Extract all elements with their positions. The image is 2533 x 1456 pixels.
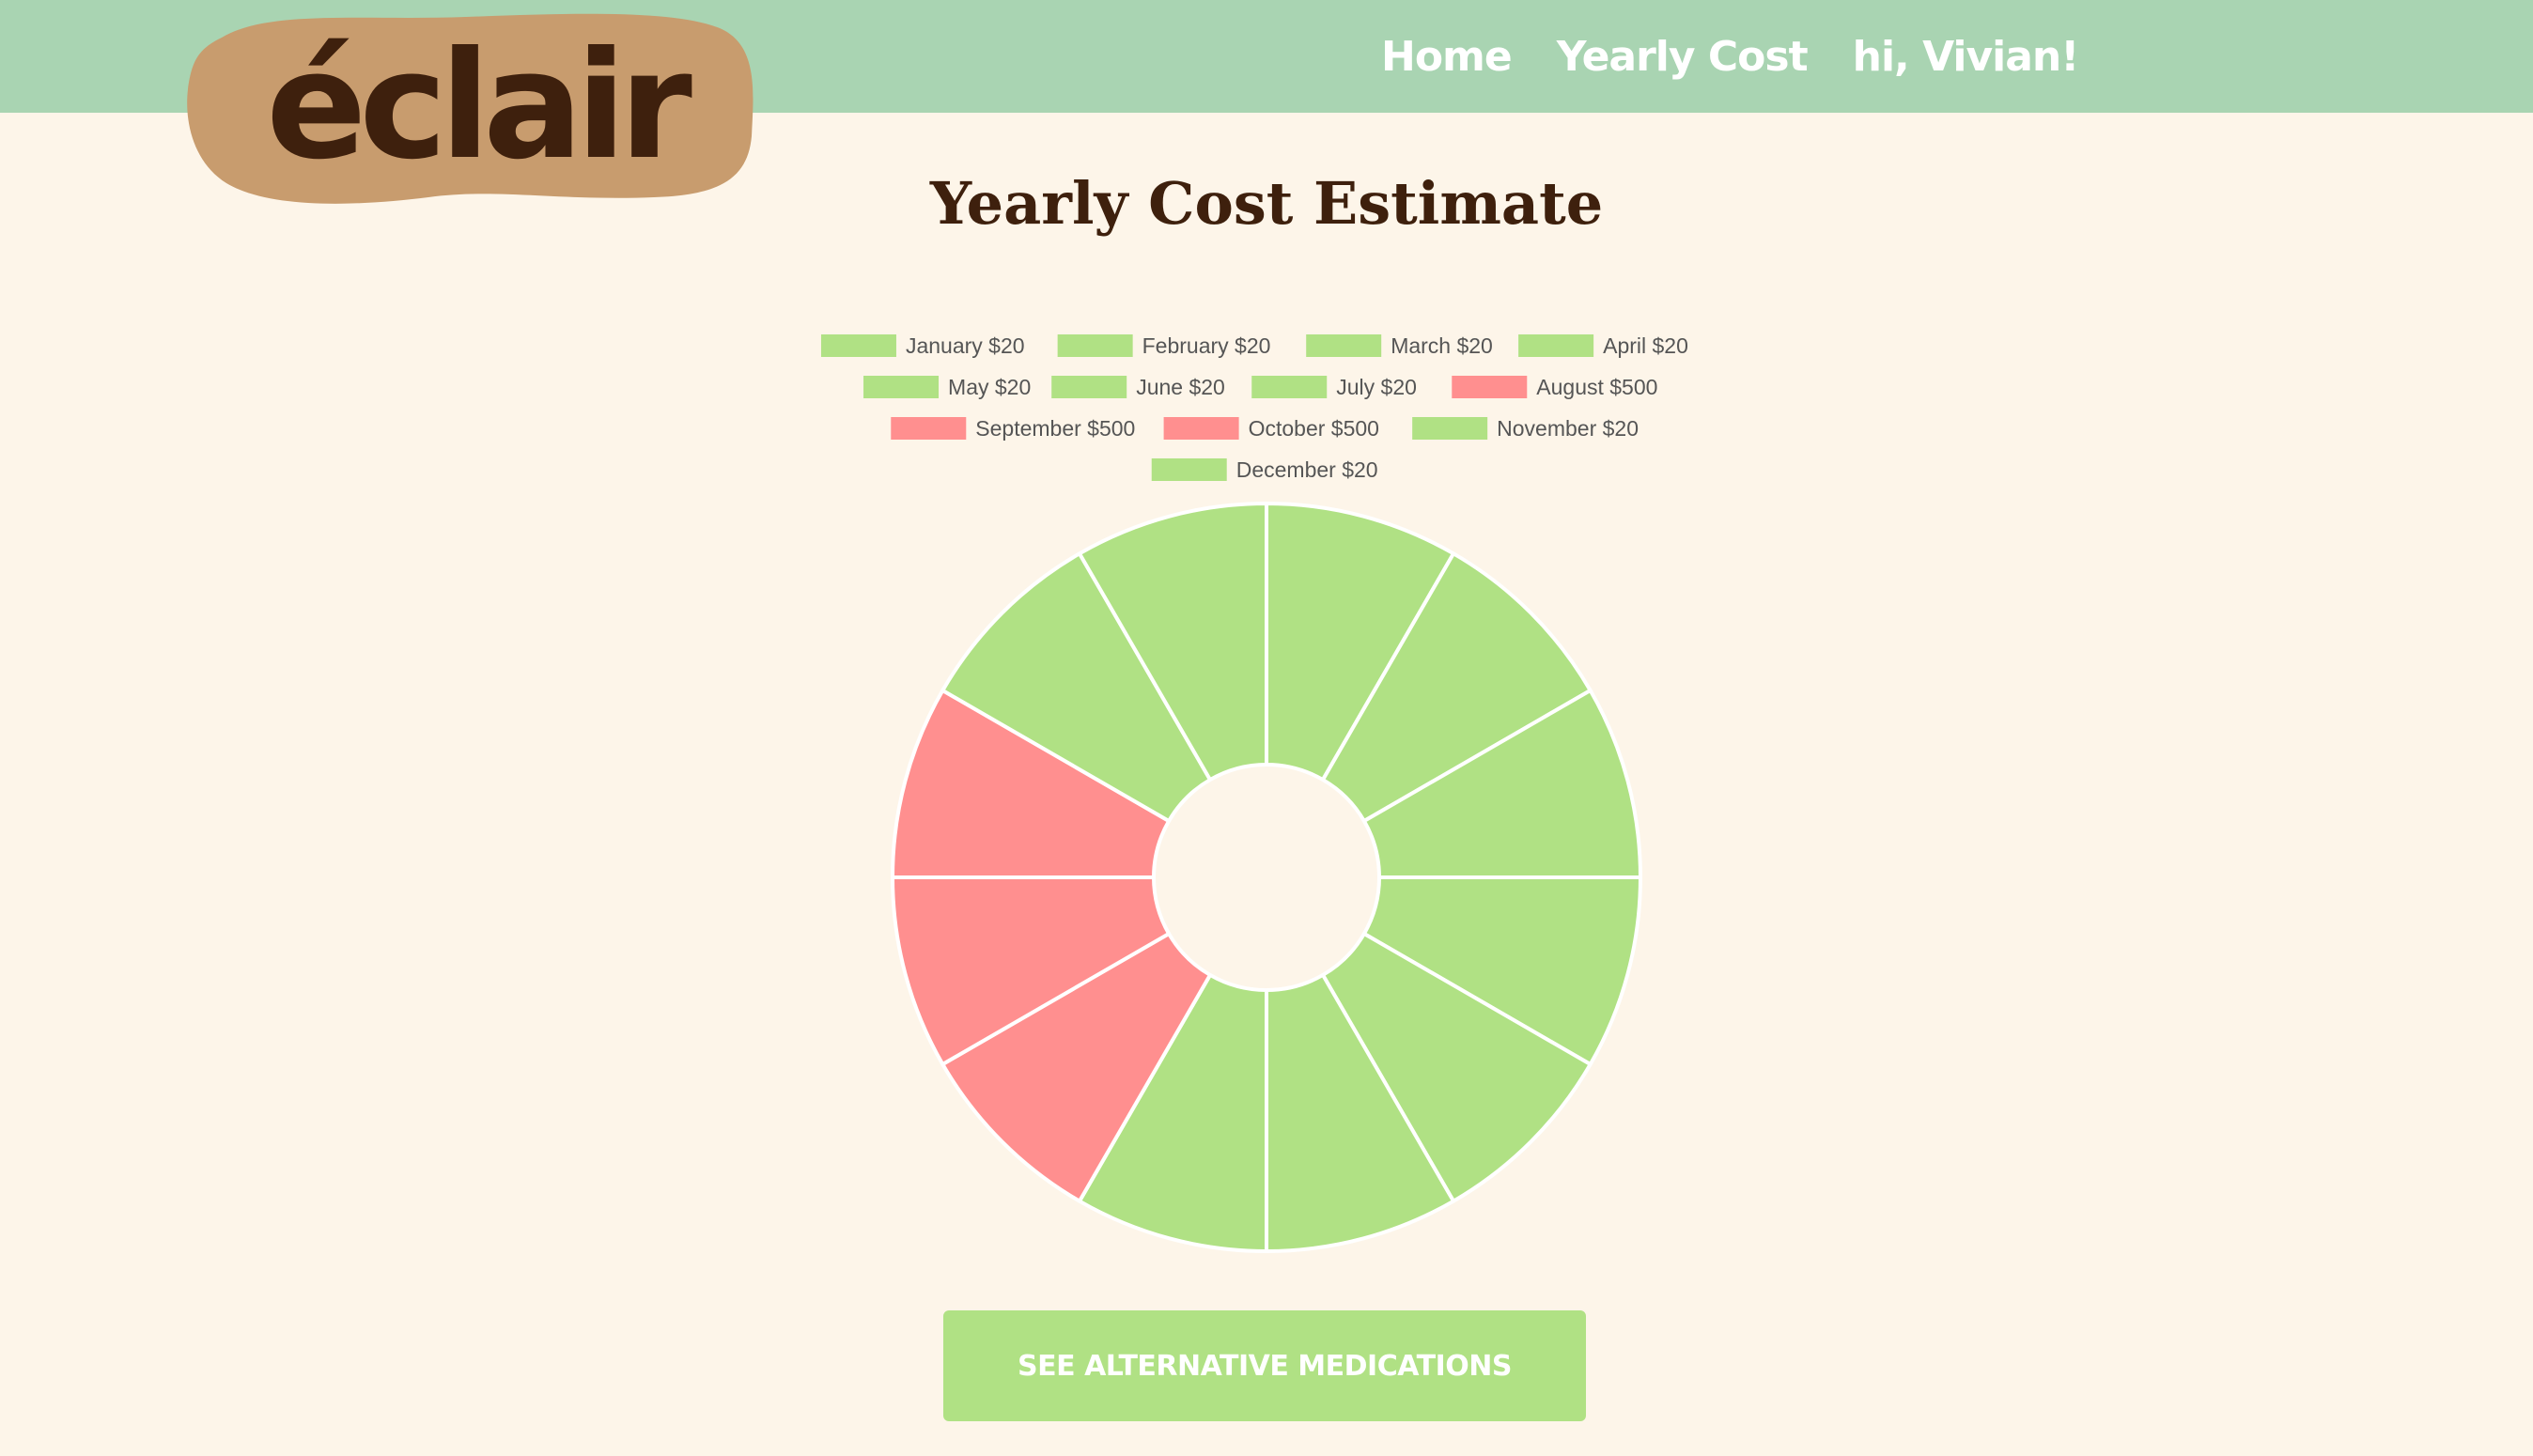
legend-swatch-may[interactable]: [863, 376, 940, 398]
legend-swatch-september[interactable]: [891, 417, 967, 440]
legend-label-august[interactable]: August $500: [1536, 375, 1657, 399]
legend-swatch-june[interactable]: [1051, 376, 1127, 398]
legend-swatch-july[interactable]: [1251, 376, 1328, 398]
legend-label-march[interactable]: March $20: [1391, 333, 1493, 358]
legend-label-october[interactable]: October $500: [1249, 416, 1379, 441]
legend-label-january[interactable]: January $20: [906, 333, 1025, 358]
legend-label-september[interactable]: September $500: [975, 416, 1135, 441]
legend-label-february[interactable]: February $20: [1142, 333, 1271, 358]
legend-swatch-january[interactable]: [820, 334, 896, 357]
legend-label-july[interactable]: July $20: [1336, 375, 1417, 399]
legend-swatch-november[interactable]: [1412, 417, 1488, 440]
yearly-cost-doughnut-chart: January $20 February $20 March $20 April $2…: [820, 333, 1688, 1254]
legend-swatch-december[interactable]: [1151, 458, 1227, 481]
legend-label-december[interactable]: December $20: [1236, 457, 1378, 482]
legend-label-november[interactable]: November $20: [1497, 416, 1639, 441]
legend-swatch-february[interactable]: [1057, 334, 1133, 357]
legend-label-april[interactable]: April $20: [1603, 333, 1688, 358]
legend-swatch-august[interactable]: [1452, 376, 1528, 398]
legend-swatch-march[interactable]: [1306, 334, 1382, 357]
legend-label-may[interactable]: May $20: [948, 375, 1031, 399]
legend-swatch-april[interactable]: [1518, 334, 1594, 357]
legend-swatch-october[interactable]: [1163, 417, 1239, 440]
see-alternative-medications-button[interactable]: SEE ALTERNATIVE MEDICATIONS: [943, 1310, 1586, 1421]
legend-label-june[interactable]: June $20: [1136, 375, 1225, 399]
